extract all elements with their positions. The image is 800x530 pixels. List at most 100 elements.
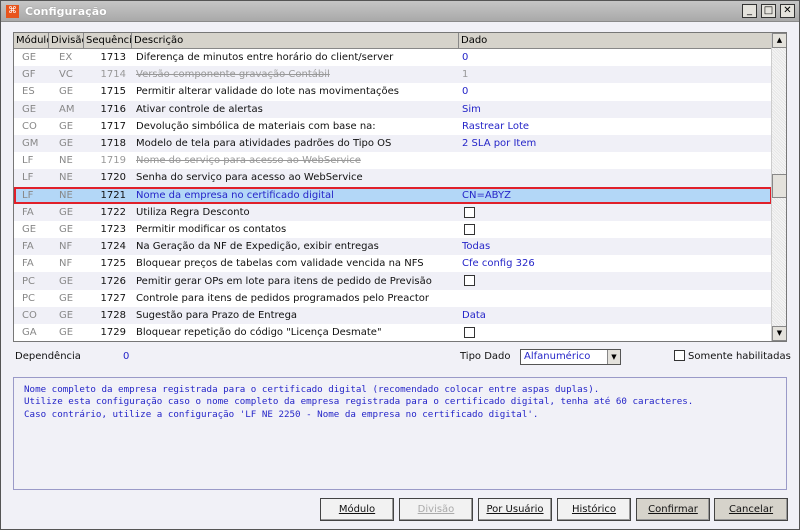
cell-sequencia: 1714 bbox=[100, 69, 126, 81]
somente-habilitadas-label[interactable]: Somente habilitadas bbox=[688, 351, 791, 362]
dado-checkbox[interactable] bbox=[464, 326, 475, 338]
cell-modulo: GA bbox=[22, 327, 37, 339]
cell-dado[interactable]: Sim bbox=[459, 104, 772, 115]
cell-dado[interactable]: 1 bbox=[459, 69, 772, 80]
cell-dado[interactable]: Todas bbox=[459, 241, 772, 252]
table-row[interactable]: GE GE 1723 Permitir modificar os contatos bbox=[14, 220, 772, 239]
dado-checkbox[interactable] bbox=[464, 275, 475, 287]
cell-descricao: Permitir alterar validade do lote nas mo… bbox=[136, 86, 399, 98]
cell-modulo: GE bbox=[22, 223, 37, 235]
cell-divisao: GE bbox=[59, 206, 74, 218]
cell-divisao: GE bbox=[59, 292, 74, 304]
dado-checkbox[interactable] bbox=[464, 206, 475, 218]
cell-sequencia: 1727 bbox=[100, 292, 126, 304]
cell-modulo: GE bbox=[22, 103, 37, 115]
table-row[interactable]: GA GE 1729 Bloquear repetição do código "Li… bbox=[14, 324, 772, 341]
minimize-button[interactable]: _ bbox=[742, 4, 757, 18]
historico-button[interactable]: Histórico bbox=[557, 498, 631, 521]
cell-dado[interactable] bbox=[459, 326, 772, 339]
col-dado[interactable]: Dado bbox=[459, 33, 772, 48]
scroll-down-icon[interactable]: ▼ bbox=[772, 326, 786, 341]
cell-modulo: FA bbox=[22, 258, 34, 270]
close-button[interactable]: ✕ bbox=[780, 4, 795, 18]
cell-descricao: Nome do serviço para acesso ao WebServic… bbox=[136, 155, 361, 167]
table-row[interactable]: CO GE 1717 Devolução simbólica de materiais… bbox=[14, 117, 772, 135]
description-text: Nome completo da empresa registrada para… bbox=[13, 377, 787, 490]
col-sequencia[interactable]: Sequência bbox=[84, 33, 132, 48]
cell-modulo: GE bbox=[22, 52, 37, 64]
cell-dado[interactable] bbox=[459, 223, 772, 236]
table-row[interactable]: FA NF 1725 Bloquear preços de tabelas com v… bbox=[14, 255, 772, 273]
grid-rows: GE EX 1713 Diferença de minutos entre horár… bbox=[14, 49, 772, 341]
cell-descricao: Sugestão para Prazo de Entrega bbox=[136, 309, 298, 321]
cell-dado[interactable]: 2 SLA por Item bbox=[459, 138, 772, 149]
cell-divisao: GE bbox=[59, 327, 74, 339]
window-title: Configuração bbox=[25, 5, 107, 18]
table-row[interactable]: GF VC 1714 Versão componente gravação Contá… bbox=[14, 66, 772, 84]
table-row[interactable]: GE AM 1716 Ativar controle de alertas Sim bbox=[14, 100, 772, 118]
cell-divisao: AM bbox=[59, 103, 75, 115]
cell-divisao: NF bbox=[59, 241, 73, 253]
table-row[interactable]: GE EX 1713 Diferença de minutos entre horár… bbox=[14, 49, 772, 67]
cell-divisao: NE bbox=[59, 155, 73, 167]
cell-divisao: GE bbox=[59, 309, 74, 321]
cell-sequencia: 1723 bbox=[100, 223, 126, 235]
cell-dado[interactable]: 0 bbox=[459, 52, 772, 63]
scroll-thumb[interactable] bbox=[772, 174, 786, 198]
table-row[interactable]: CO GE 1728 Sugestão para Prazo de Entrega Da… bbox=[14, 306, 772, 324]
app-icon: ⌘ bbox=[6, 5, 19, 18]
cell-modulo: ES bbox=[22, 86, 35, 98]
col-descricao[interactable]: Descrição bbox=[132, 33, 459, 48]
cell-descricao: Modelo de tela para atividades padrões d… bbox=[136, 138, 392, 150]
scroll-up-icon[interactable]: ▲ bbox=[772, 33, 786, 48]
table-row[interactable]: LF NE 1720 Senha do serviço para acesso ao … bbox=[14, 169, 772, 187]
table-row[interactable]: LF NE 1719 Nome do serviço para acesso ao W… bbox=[14, 152, 772, 170]
somente-habilitadas-checkbox[interactable] bbox=[674, 350, 685, 361]
config-grid[interactable]: Módulo Divisão Sequência Descrição Dado … bbox=[13, 32, 787, 342]
cell-dado[interactable]: Cfe config 326 bbox=[459, 258, 772, 269]
chevron-down-icon[interactable]: ▼ bbox=[607, 350, 620, 364]
cell-dado[interactable]: CN=ABYZ bbox=[459, 190, 772, 201]
cell-sequencia: 1717 bbox=[100, 120, 126, 132]
cell-sequencia: 1715 bbox=[100, 86, 126, 98]
cell-sequencia: 1719 bbox=[100, 155, 126, 167]
cell-modulo: GM bbox=[22, 138, 39, 150]
cell-descricao: Ativar controle de alertas bbox=[136, 103, 263, 115]
col-divisao[interactable]: Divisão bbox=[49, 33, 84, 48]
cell-descricao: Devolução simbólica de materiais com bas… bbox=[136, 120, 376, 132]
table-row[interactable]: FA GE 1722 Utiliza Regra Desconto bbox=[14, 203, 772, 221]
dado-checkbox[interactable] bbox=[464, 223, 475, 235]
table-row[interactable]: GM GE 1718 Modelo de tela para atividades p… bbox=[14, 134, 772, 153]
cell-descricao: Bloquear preços de tabelas com validade … bbox=[136, 258, 424, 270]
por-usuario-button[interactable]: Por Usuário bbox=[478, 498, 552, 521]
divisao-button[interactable]: Divisão bbox=[399, 498, 473, 521]
cell-dado[interactable] bbox=[459, 275, 772, 287]
dependencia-value: 0 bbox=[123, 351, 130, 362]
dependencia-label: Dependência bbox=[15, 351, 81, 362]
cell-descricao: Controle para itens de pedidos programad… bbox=[136, 292, 430, 304]
cell-divisao: NF bbox=[59, 258, 73, 270]
tipo-dado-select[interactable]: Alfanumérico ▼ bbox=[520, 349, 621, 365]
cell-dado[interactable]: 0 bbox=[459, 86, 772, 97]
cell-descricao: Diferença de minutos entre horário do cl… bbox=[136, 52, 394, 64]
table-row[interactable]: ES GE 1715 Permitir alterar validade do lot… bbox=[14, 83, 772, 101]
cell-divisao: VC bbox=[59, 69, 73, 81]
cell-dado[interactable]: Data bbox=[459, 310, 772, 321]
cell-sequencia: 1729 bbox=[100, 327, 126, 339]
modulo-button[interactable]: Módulo bbox=[320, 498, 394, 521]
maximize-button[interactable]: □ bbox=[761, 4, 776, 18]
cancelar-button[interactable]: Cancelar bbox=[714, 498, 788, 521]
cell-sequencia: 1722 bbox=[100, 206, 126, 218]
cell-dado[interactable] bbox=[459, 206, 772, 219]
vertical-scrollbar[interactable]: ▲ ▼ bbox=[771, 33, 786, 341]
cell-descricao: Bloquear repetição do código "Licença De… bbox=[136, 327, 382, 339]
table-row[interactable]: PC GE 1726 Pemitir gerar OPs em lote para i… bbox=[14, 272, 772, 290]
table-row-selected[interactable]: LF NE 1721 Nome da empresa no certificado d… bbox=[14, 186, 772, 204]
col-modulo[interactable]: Módulo bbox=[14, 33, 49, 48]
table-row[interactable]: FA NF 1724 Na Geração da NF de Expedição, e… bbox=[14, 238, 772, 256]
confirmar-button[interactable]: Confirmar bbox=[636, 498, 710, 521]
cell-dado[interactable]: Rastrear Lote bbox=[459, 121, 772, 132]
cell-descricao: Na Geração da NF de Expedição, exibir en… bbox=[136, 241, 379, 253]
table-row[interactable]: PC GE 1727 Controle para itens de pedidos p… bbox=[14, 289, 772, 307]
cell-modulo: PC bbox=[22, 292, 36, 304]
